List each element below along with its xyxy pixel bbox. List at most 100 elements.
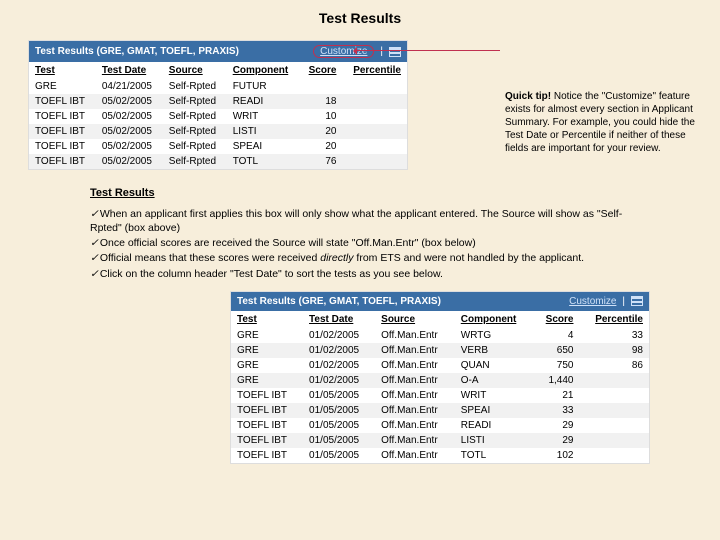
cell: TOEFL IBT bbox=[231, 403, 303, 418]
test-results-table-selfreported: Test Results (GRE, GMAT, TOEFL, PRAXIS) … bbox=[28, 40, 408, 170]
table-title: Test Results (GRE, GMAT, TOEFL, PRAXIS) bbox=[237, 296, 441, 307]
customize-link[interactable]: Customize bbox=[313, 45, 374, 58]
notes-section: Test Results When an applicant first app… bbox=[90, 186, 630, 281]
column-header-score[interactable]: Score bbox=[300, 62, 343, 79]
cell: GRE bbox=[231, 328, 303, 343]
cell: 33 bbox=[579, 328, 649, 343]
cell: Off.Man.Entr bbox=[375, 328, 455, 343]
cell: TOEFL IBT bbox=[29, 139, 96, 154]
cell: GRE bbox=[231, 358, 303, 373]
grid-icon[interactable] bbox=[631, 296, 643, 306]
cell: 98 bbox=[579, 343, 649, 358]
cell: 102 bbox=[533, 448, 579, 463]
cell: 05/02/2005 bbox=[96, 109, 163, 124]
table-row: TOEFL IBT01/05/2005Off.Man.EntrSPEAI33 bbox=[231, 403, 649, 418]
cell: GRE bbox=[29, 79, 96, 94]
column-header-test[interactable]: Test bbox=[29, 62, 96, 79]
cell: Self-Rpted bbox=[163, 94, 227, 109]
cell: READI bbox=[455, 418, 533, 433]
table-row: GRE01/02/2005Off.Man.EntrO-A1,440 bbox=[231, 373, 649, 388]
cell: 1,440 bbox=[533, 373, 579, 388]
cell: 10 bbox=[300, 109, 343, 124]
cell: 05/02/2005 bbox=[96, 154, 163, 169]
cell: Self-Rpted bbox=[163, 124, 227, 139]
cell bbox=[342, 79, 407, 94]
cell: QUAN bbox=[455, 358, 533, 373]
note-item: Click on the column header "Test Date" t… bbox=[90, 267, 630, 281]
cell: SPEAI bbox=[227, 139, 300, 154]
cell: WRTG bbox=[455, 328, 533, 343]
quicktip-callout: Quick tip! Notice the "Customize" featur… bbox=[505, 90, 700, 155]
cell bbox=[579, 433, 649, 448]
grid-icon[interactable] bbox=[389, 47, 401, 57]
cell: TOEFL IBT bbox=[29, 94, 96, 109]
column-header-test[interactable]: Test bbox=[231, 311, 303, 328]
table-row: GRE01/02/2005Off.Man.EntrQUAN75086 bbox=[231, 358, 649, 373]
cell: LISTI bbox=[227, 124, 300, 139]
quicktip-lead: Quick tip! bbox=[505, 91, 551, 102]
column-header-score[interactable]: Score bbox=[533, 311, 579, 328]
cell: 86 bbox=[579, 358, 649, 373]
test-results-table-official: Test Results (GRE, GMAT, TOEFL, PRAXIS) … bbox=[230, 291, 650, 464]
note-item: When an applicant first applies this box… bbox=[90, 207, 630, 235]
cell bbox=[579, 418, 649, 433]
cell: 29 bbox=[533, 433, 579, 448]
cell: TOEFL IBT bbox=[231, 388, 303, 403]
cell: 33 bbox=[533, 403, 579, 418]
notes-heading: Test Results bbox=[90, 186, 630, 201]
cell: 01/02/2005 bbox=[303, 328, 375, 343]
cell bbox=[579, 448, 649, 463]
column-header-percentile[interactable]: Percentile bbox=[342, 62, 407, 79]
cell: Off.Man.Entr bbox=[375, 403, 455, 418]
column-header-component[interactable]: Component bbox=[227, 62, 300, 79]
column-header-source[interactable]: Source bbox=[375, 311, 455, 328]
cell: 05/02/2005 bbox=[96, 124, 163, 139]
cell: Off.Man.Entr bbox=[375, 358, 455, 373]
cell: READI bbox=[227, 94, 300, 109]
table-row: TOEFL IBT05/02/2005Self-RptedSPEAI20 bbox=[29, 139, 407, 154]
cell: Self-Rpted bbox=[163, 79, 227, 94]
table-row: GRE01/02/2005Off.Man.EntrWRTG433 bbox=[231, 328, 649, 343]
cell: 01/05/2005 bbox=[303, 448, 375, 463]
cell bbox=[342, 154, 407, 169]
cell: WRIT bbox=[455, 388, 533, 403]
table-row: TOEFL IBT05/02/2005Self-RptedLISTI20 bbox=[29, 124, 407, 139]
bar-icon: | bbox=[380, 46, 383, 57]
column-header-component[interactable]: Component bbox=[455, 311, 533, 328]
cell: Off.Man.Entr bbox=[375, 418, 455, 433]
cell: TOEFL IBT bbox=[29, 109, 96, 124]
cell: 4 bbox=[533, 328, 579, 343]
column-header-test-date[interactable]: Test Date bbox=[303, 311, 375, 328]
column-header-test-date[interactable]: Test Date bbox=[96, 62, 163, 79]
cell: TOEFL IBT bbox=[231, 418, 303, 433]
cell: 01/02/2005 bbox=[303, 358, 375, 373]
column-header-percentile[interactable]: Percentile bbox=[579, 311, 649, 328]
note-item: Official means that these scores were re… bbox=[90, 251, 630, 265]
cell: WRIT bbox=[227, 109, 300, 124]
cell bbox=[579, 373, 649, 388]
cell: LISTI bbox=[455, 433, 533, 448]
page-title: Test Results bbox=[0, 0, 720, 40]
cell: 20 bbox=[300, 124, 343, 139]
cell: 01/05/2005 bbox=[303, 433, 375, 448]
cell: 01/02/2005 bbox=[303, 343, 375, 358]
annotation-arrow bbox=[355, 50, 500, 51]
customize-link[interactable]: Customize bbox=[569, 296, 616, 307]
cell: Off.Man.Entr bbox=[375, 448, 455, 463]
table-row: TOEFL IBT05/02/2005Self-RptedTOTL76 bbox=[29, 154, 407, 169]
table-row: TOEFL IBT05/02/2005Self-RptedWRIT10 bbox=[29, 109, 407, 124]
cell: GRE bbox=[231, 343, 303, 358]
cell: 01/02/2005 bbox=[303, 373, 375, 388]
cell: 750 bbox=[533, 358, 579, 373]
cell bbox=[342, 94, 407, 109]
cell: Off.Man.Entr bbox=[375, 373, 455, 388]
cell: Self-Rpted bbox=[163, 154, 227, 169]
cell: VERB bbox=[455, 343, 533, 358]
cell: Self-Rpted bbox=[163, 109, 227, 124]
cell: TOTL bbox=[227, 154, 300, 169]
cell: TOEFL IBT bbox=[231, 448, 303, 463]
cell: 18 bbox=[300, 94, 343, 109]
column-header-source[interactable]: Source bbox=[163, 62, 227, 79]
cell: O-A bbox=[455, 373, 533, 388]
table-row: TOEFL IBT01/05/2005Off.Man.EntrTOTL102 bbox=[231, 448, 649, 463]
